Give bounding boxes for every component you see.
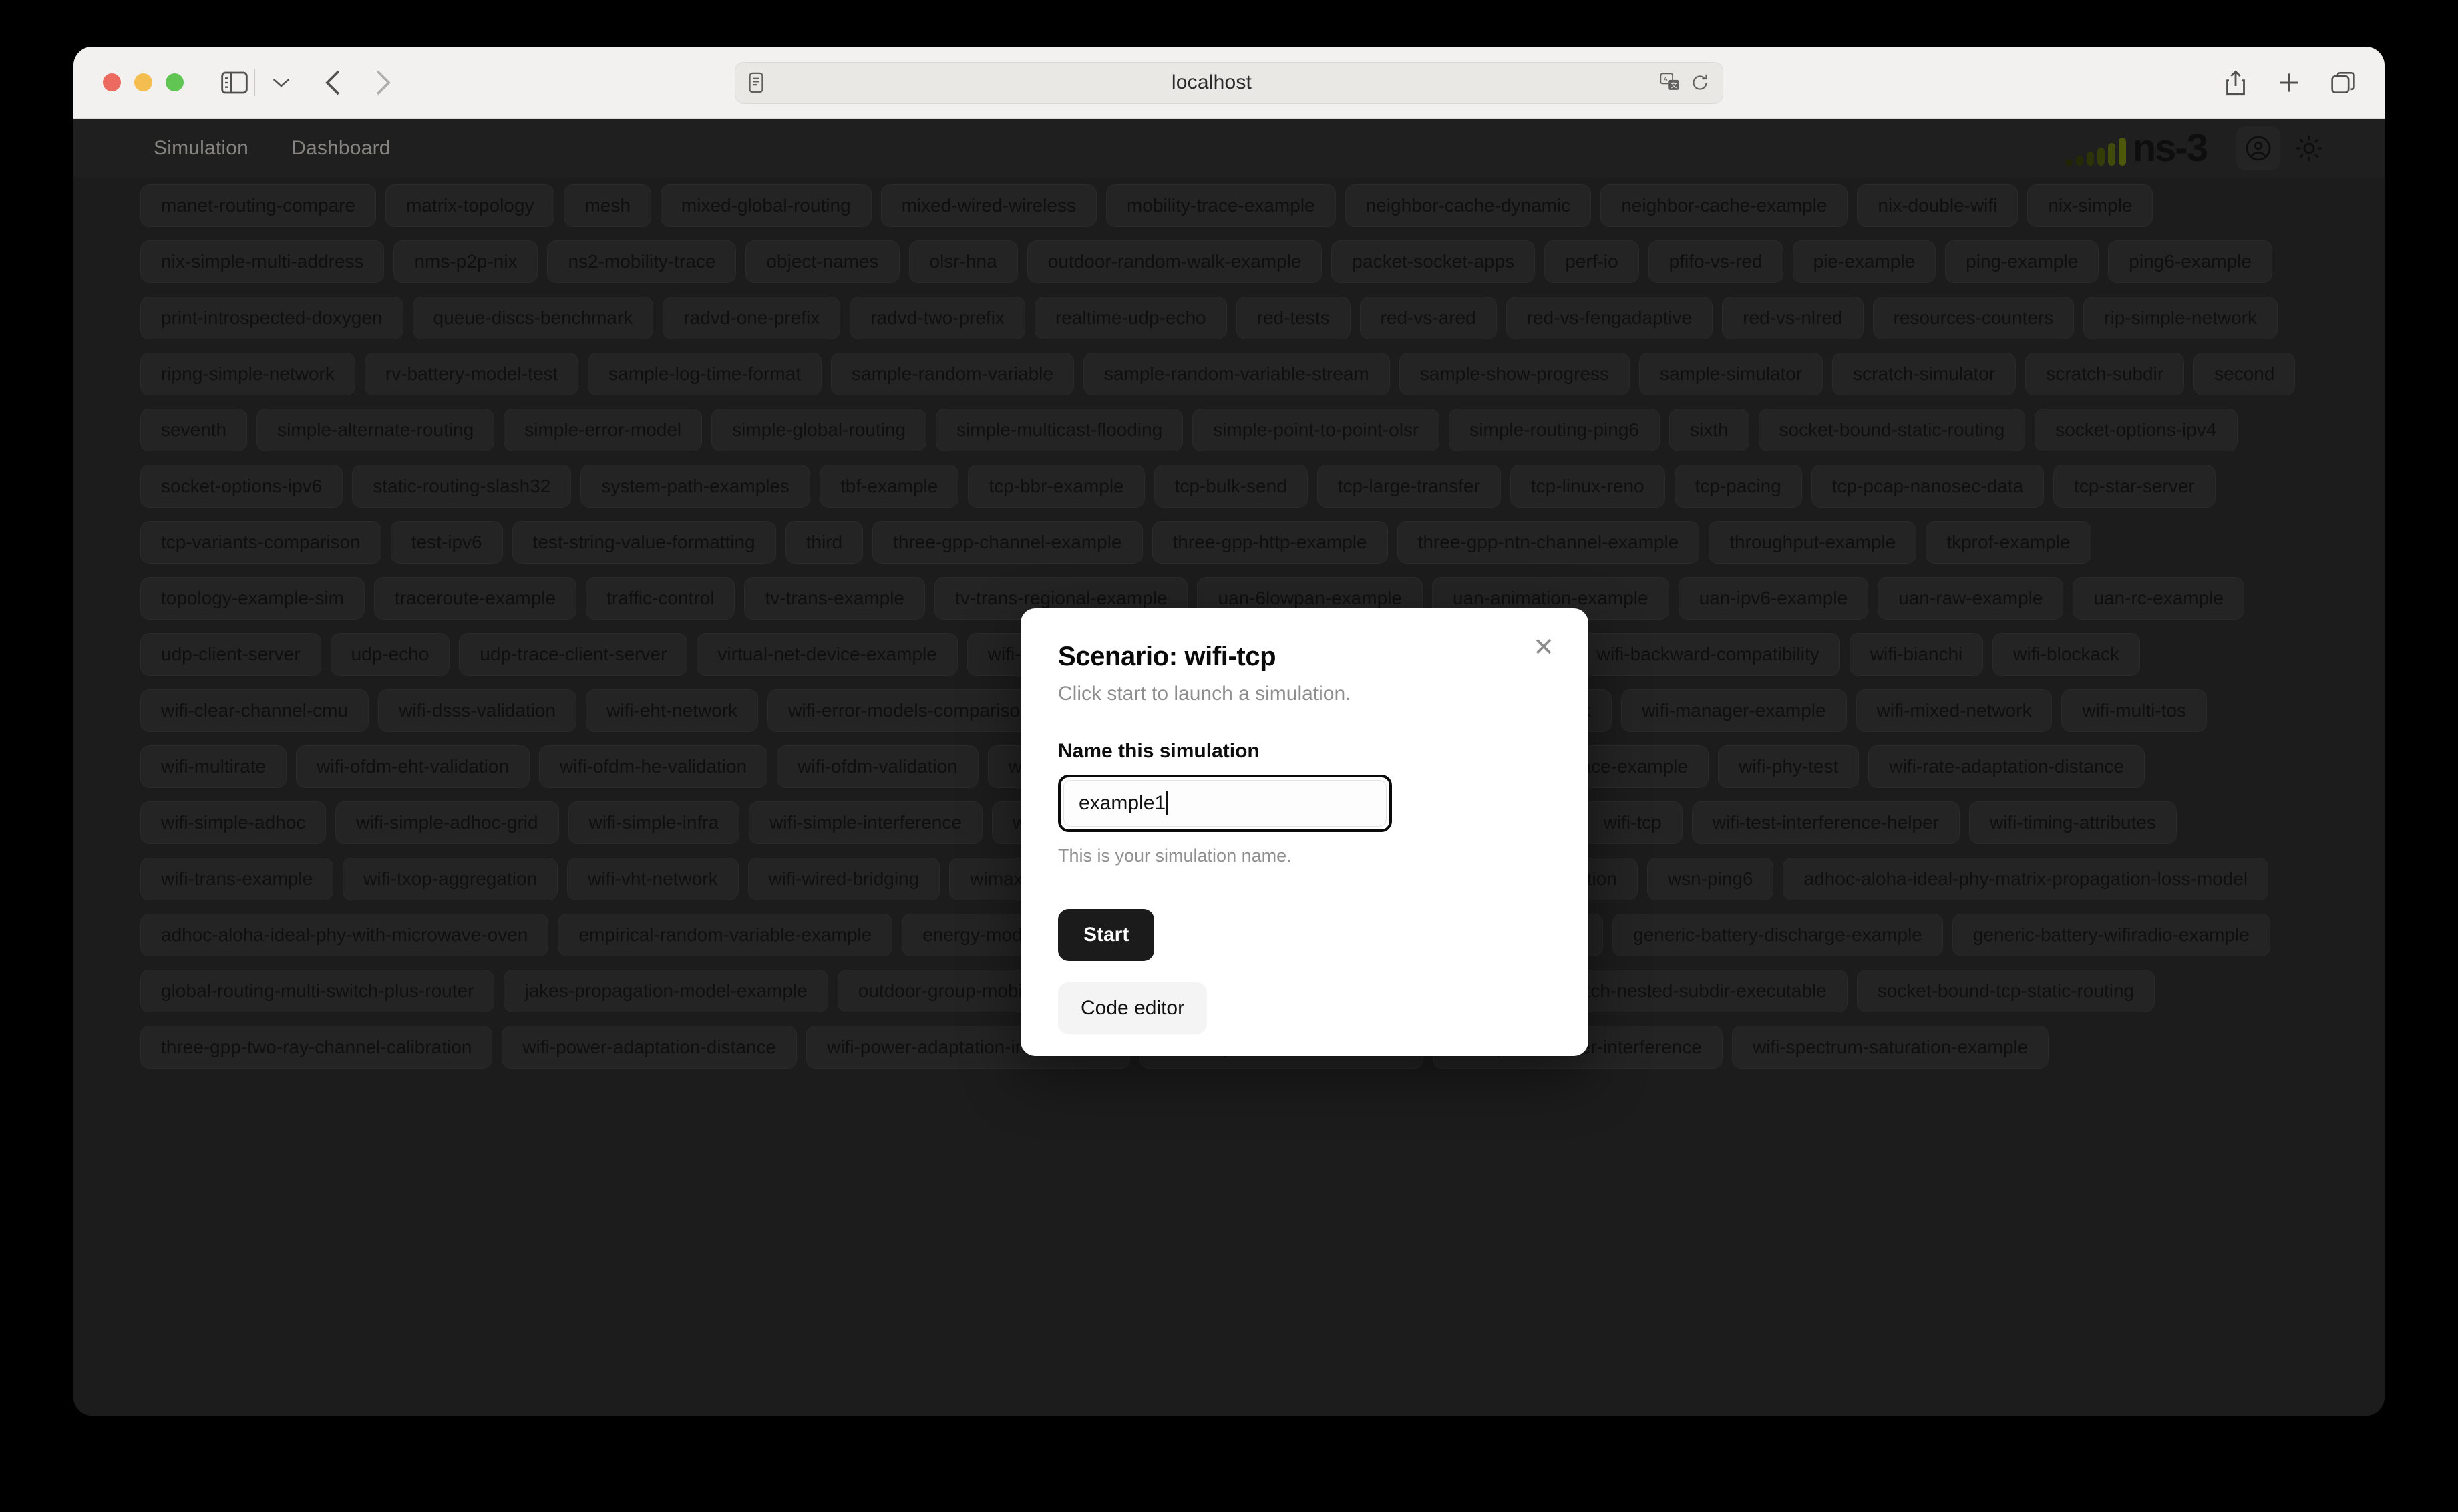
code-editor-button[interactable]: Code editor: [1058, 982, 1207, 1034]
browser-window: localhost A 文: [73, 47, 2385, 1416]
window-traffic-lights: [103, 73, 184, 91]
forward-chevron-icon[interactable]: [363, 67, 401, 99]
tab-overview-icon[interactable]: [2331, 71, 2355, 94]
scenario-dialog: ✕ Scenario: wifi-tcp Click start to laun…: [1021, 608, 1588, 1056]
share-icon[interactable]: [2224, 69, 2247, 96]
address-bar[interactable]: localhost A 文: [735, 62, 1723, 104]
back-chevron-icon[interactable]: [315, 67, 353, 99]
plus-icon[interactable]: [2278, 71, 2300, 94]
toolbar-divider: [254, 69, 255, 96]
close-window-button[interactable]: [103, 73, 121, 91]
svg-text:文: 文: [1671, 81, 1677, 89]
input-value-text: example1: [1079, 792, 1166, 815]
simulation-name-label: Name this simulation: [1058, 740, 1551, 763]
minimize-window-button[interactable]: [134, 73, 152, 91]
close-icon[interactable]: ✕: [1528, 632, 1559, 663]
maximize-window-button[interactable]: [166, 73, 184, 91]
simulation-name-input[interactable]: example1: [1063, 780, 1387, 827]
reader-view-icon[interactable]: [749, 72, 763, 93]
translate-icon[interactable]: A 文: [1660, 73, 1680, 93]
sidebar-icon[interactable]: [218, 69, 250, 96]
simulation-name-input-wrapper[interactable]: example1: [1058, 775, 1392, 832]
url-text: localhost: [763, 71, 1660, 94]
start-button[interactable]: Start: [1058, 909, 1154, 961]
dialog-title: Scenario: wifi-tcp: [1058, 642, 1551, 672]
chevron-down-icon[interactable]: [265, 69, 298, 96]
browser-toolbar: localhost A 文: [73, 47, 2385, 119]
text-caret: [1166, 791, 1168, 815]
app-viewport: Simulation Dashboard ns-3: [73, 119, 2385, 1416]
simulation-name-help: This is your simulation name.: [1058, 845, 1551, 866]
svg-text:A: A: [1663, 75, 1668, 83]
reload-icon[interactable]: [1691, 73, 1709, 93]
dialog-subtitle: Click start to launch a simulation.: [1058, 683, 1551, 705]
